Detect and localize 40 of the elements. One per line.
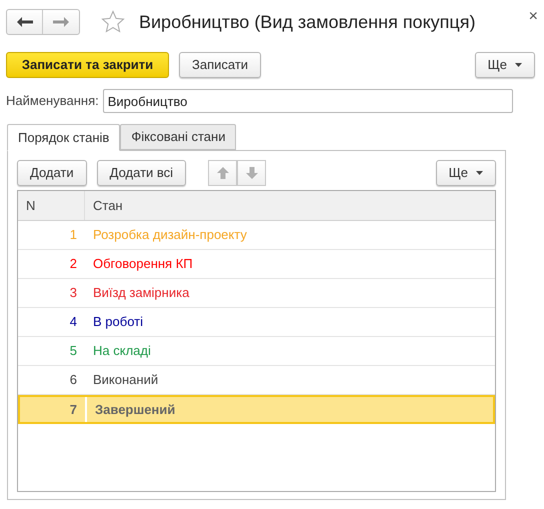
name-field[interactable]: Виробництво bbox=[102, 89, 513, 113]
table-cell-text: 3 bbox=[68, 284, 78, 302]
close-button[interactable]: × bbox=[528, 9, 538, 25]
table-row[interactable]: 4 В роботі bbox=[18, 308, 495, 337]
table-cell-text: Виїзд замірника bbox=[92, 284, 190, 302]
table-cell-text: Обговорення КП bbox=[92, 255, 194, 274]
table-row[interactable]: 7 Завершений bbox=[18, 395, 495, 424]
table-cell-text: 2 bbox=[68, 255, 78, 274]
table-row[interactable]: 5 На складі bbox=[18, 337, 495, 366]
arrow-down-icon bbox=[244, 166, 259, 180]
table-row[interactable]: 3 Виїзд замірника bbox=[18, 279, 495, 308]
table-cell: 7 bbox=[20, 397, 87, 422]
tab[interactable]: Фіксовані стани bbox=[120, 124, 236, 150]
caret-icon bbox=[476, 171, 483, 175]
more-button[interactable]: Ще bbox=[436, 160, 496, 186]
window-title: Виробництво (Вид замовлення покупця) bbox=[139, 10, 476, 34]
name-label: Найменування: bbox=[6, 92, 99, 110]
table-cell-text: 4 bbox=[68, 313, 78, 332]
column-header[interactable]: Стан bbox=[85, 191, 495, 220]
caret-icon bbox=[515, 63, 522, 67]
add-button[interactable]: Додати bbox=[17, 160, 87, 186]
table-cell-text: Виконаний bbox=[92, 371, 160, 390]
column-header[interactable]: N bbox=[18, 191, 85, 220]
arrow-up-icon bbox=[216, 166, 230, 180]
table-cell-text: В роботі bbox=[92, 313, 144, 332]
add-button[interactable]: Додати всі bbox=[96, 160, 186, 186]
star-icon[interactable] bbox=[101, 10, 125, 34]
table-cell-text: 1 bbox=[68, 226, 78, 244]
table-row[interactable]: 2 Обговорення КП bbox=[18, 250, 495, 279]
table-cell-text: На складі bbox=[92, 342, 152, 360]
save-button[interactable]: Записати bbox=[179, 52, 261, 78]
table-cell-text: Розробка дизайн-проекту bbox=[92, 226, 248, 244]
table-cell-text: 6 bbox=[68, 371, 78, 390]
save-and-close-button[interactable]: Записати та закрити bbox=[6, 52, 169, 78]
table-cell-text: Завершений bbox=[94, 400, 176, 419]
tab[interactable]: Порядок станів bbox=[7, 124, 120, 151]
more-button[interactable]: Ще bbox=[474, 52, 535, 78]
arrow-left-icon bbox=[16, 17, 32, 27]
arrow-right-icon bbox=[53, 17, 69, 27]
table-cell-text: 5 bbox=[68, 342, 78, 360]
